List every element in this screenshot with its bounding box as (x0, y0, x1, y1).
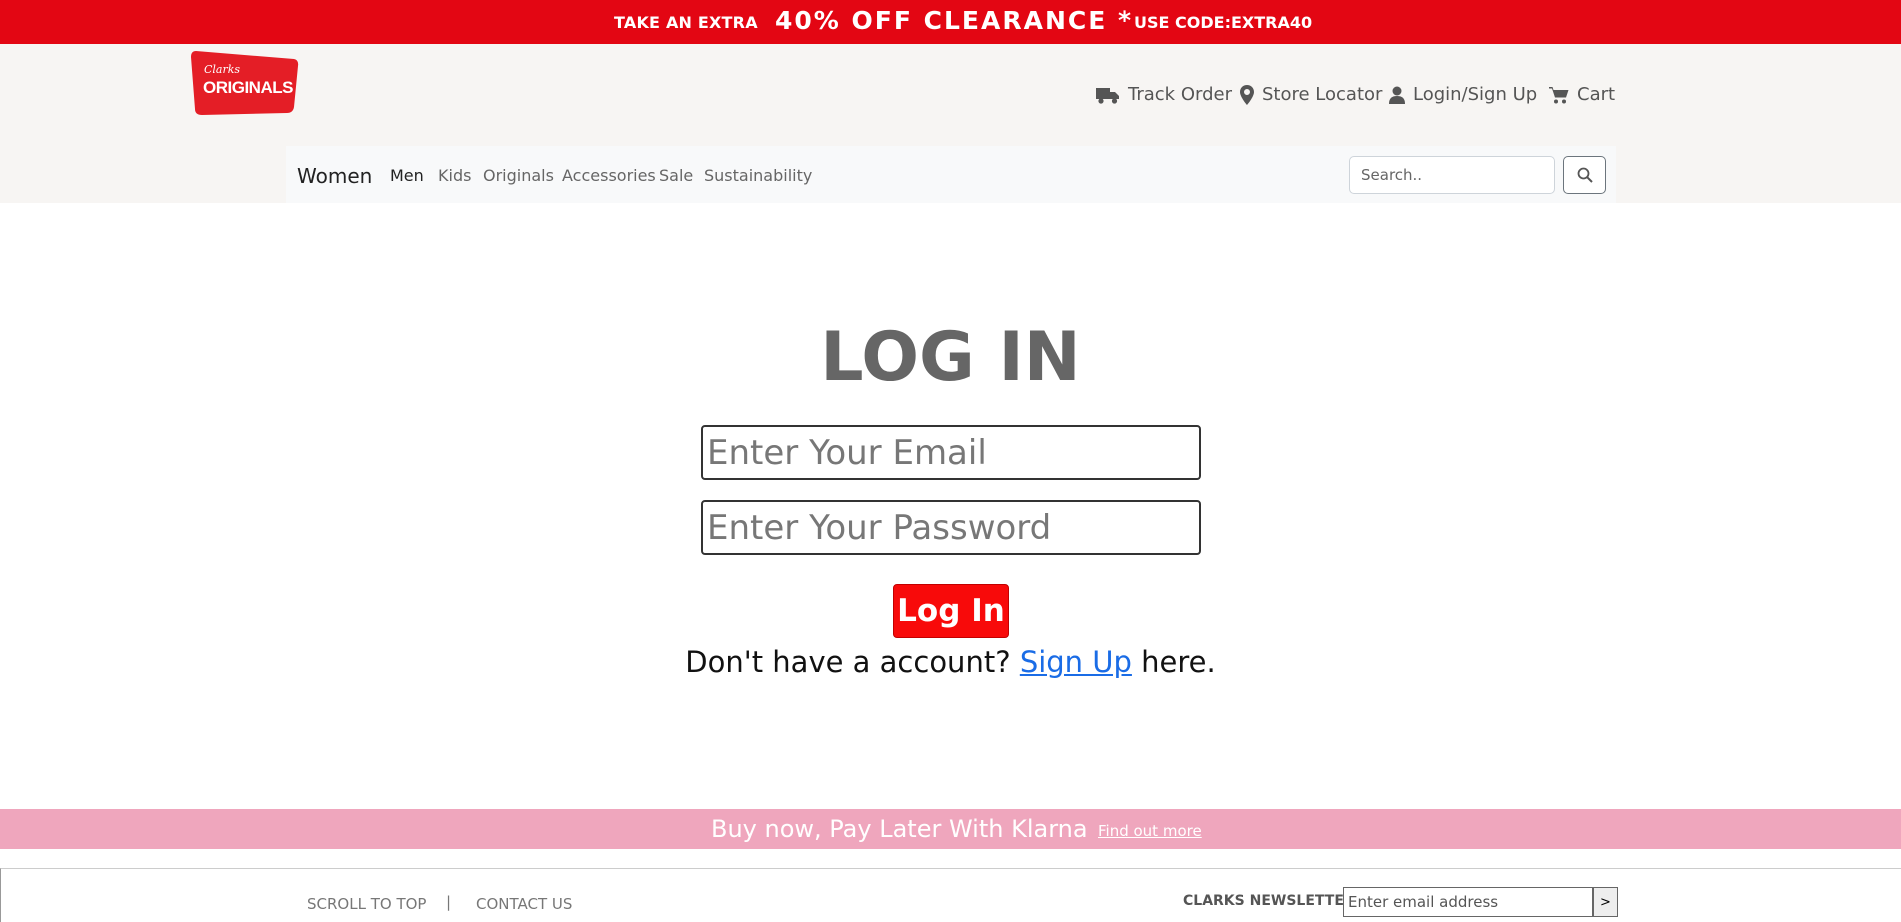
scroll-to-top-link[interactable]: SCROLL TO TOP (307, 895, 426, 913)
nav-item-originals[interactable]: Originals (483, 166, 554, 185)
newsletter-submit-button[interactable]: > (1593, 887, 1618, 917)
email-field[interactable] (701, 425, 1201, 480)
site-footer: SCROLL TO TOP | CONTACT US CLARKS NEWSLE… (0, 868, 1901, 922)
nav-item-men[interactable]: Men (390, 166, 424, 185)
klarna-find-out-more-link[interactable]: Find out more (1098, 822, 1202, 840)
cart-label: Cart (1577, 84, 1616, 105)
login-button[interactable]: Log In (893, 584, 1009, 638)
signup-suffix-text: here. (1141, 645, 1216, 679)
track-order-link[interactable]: Track Order (1096, 84, 1232, 105)
clarks-originals-logo[interactable]: Clarks ORIGINALS (190, 49, 300, 117)
login-signup-link[interactable]: Login/Sign Up (1389, 84, 1537, 105)
search-button[interactable] (1563, 156, 1606, 194)
search-input[interactable] (1349, 156, 1555, 194)
cart-link[interactable]: Cart (1549, 84, 1615, 105)
klarna-banner: Buy now, Pay Later With Klarna Find out … (0, 809, 1901, 849)
password-field[interactable] (701, 500, 1201, 555)
newsletter-email-input[interactable] (1343, 887, 1593, 917)
promo-code-text: USE CODE:EXTRA40 (1134, 13, 1313, 32)
cart-icon (1549, 86, 1569, 103)
nav-item-kids[interactable]: Kids (438, 166, 471, 185)
logo-originals-text: ORIGINALS (203, 78, 293, 97)
signup-link[interactable]: Sign Up (1020, 645, 1132, 679)
contact-us-link[interactable]: CONTACT US (476, 895, 572, 913)
promo-banner: TAKE AN EXTRA 40% OFF CLEARANCE * USE CO… (0, 0, 1901, 44)
track-order-label: Track Order (1128, 84, 1232, 105)
nav-item-sale[interactable]: Sale (659, 166, 693, 185)
login-title: LOG IN (820, 318, 1081, 397)
signup-prefix-text: Don't have a account? (685, 645, 1011, 679)
klarna-text: Buy now, Pay Later With Klarna (711, 815, 1088, 843)
store-locator-label: Store Locator (1262, 84, 1383, 105)
newsletter-label: CLARKS NEWSLETTER (1183, 893, 1355, 909)
nav-item-sustainability[interactable]: Sustainability (704, 166, 812, 185)
truck-icon (1096, 87, 1119, 104)
search-icon (1577, 167, 1593, 183)
signup-prompt: Don't have a account? Sign Up here. (0, 645, 1901, 679)
user-icon (1389, 86, 1405, 104)
map-pin-icon (1240, 84, 1254, 105)
promo-headline: 40% OFF CLEARANCE * (775, 6, 1134, 35)
nav-item-accessories[interactable]: Accessories (562, 166, 656, 185)
store-locator-link[interactable]: Store Locator (1240, 84, 1382, 105)
nav-brand-women[interactable]: Women (297, 164, 372, 188)
footer-separator: | (446, 893, 452, 911)
promo-left-text: TAKE AN EXTRA (614, 13, 758, 32)
logo-clarks-text: Clarks (204, 63, 240, 76)
login-signup-label: Login/Sign Up (1413, 84, 1538, 105)
